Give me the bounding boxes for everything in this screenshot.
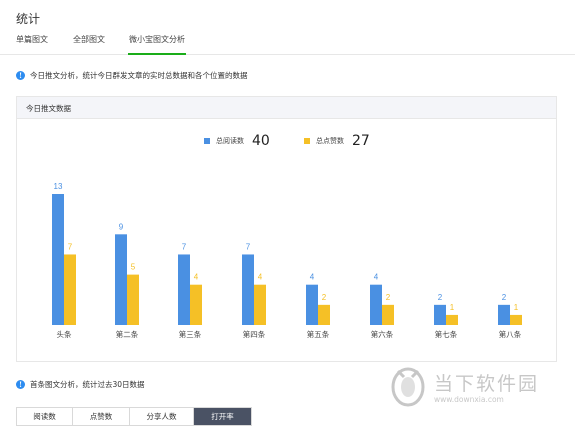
x-tick-label-headline: 头条 (57, 329, 72, 339)
x-tick-label-second: 第二条 (116, 329, 139, 339)
reads-value-label-seventh: 2 (438, 293, 443, 302)
likes-bar-sixth (382, 304, 394, 325)
likes-value-label-fifth: 2 (322, 293, 327, 302)
reads-button[interactable]: 阅读数 (17, 408, 73, 425)
likes-value-label-second: 5 (131, 263, 136, 272)
reads-bar-third (178, 254, 190, 325)
reads-bar-fourth (242, 254, 254, 325)
first-article-note: ! 首条图文分析，统计过去30日数据 (16, 377, 145, 391)
likes-button[interactable]: 点赞数 (73, 408, 130, 425)
likes-value-label-seventh: 1 (450, 303, 455, 312)
likes-bar-seventh (446, 314, 458, 325)
reads-value-label-fifth: 4 (310, 273, 315, 282)
x-tick-label-sixth: 第六条 (371, 329, 394, 339)
likes-value-label-eighth: 1 (514, 303, 519, 312)
reads-value-label-third: 7 (182, 242, 187, 251)
x-tick-label-fifth: 第五条 (307, 329, 330, 339)
likes-value-label-fourth: 4 (258, 273, 263, 282)
reads-value-label-eighth: 2 (502, 293, 507, 302)
likes-bar-eighth (510, 314, 522, 325)
reads-bar-fifth (306, 284, 318, 325)
x-tick-label-third: 第三条 (179, 329, 202, 339)
open-rate-button[interactable]: 打开率 (194, 408, 251, 425)
watermark-name: 当下软件园 (434, 373, 540, 395)
reads-bar-sixth (370, 284, 382, 325)
reads-value-label-fourth: 7 (246, 242, 251, 251)
likes-bar-fourth (254, 284, 266, 325)
likes-value-label-headline: 7 (68, 242, 73, 251)
watermark-logo-icon (391, 367, 425, 407)
likes-bar-third (190, 284, 202, 325)
info-icon: ! (16, 379, 25, 389)
first-article-text: 首条图文分析，统计过去30日数据 (30, 379, 145, 389)
reads-bar-eighth (498, 304, 510, 325)
metric-button-group: 阅读数 点赞数 分享人数 打开率 (16, 407, 252, 426)
likes-value-label-third: 4 (194, 273, 199, 282)
likes-bar-second (127, 274, 139, 325)
likes-bar-fifth (318, 304, 330, 325)
x-tick-label-fourth: 第四条 (243, 329, 266, 339)
x-tick-label-eighth: 第八条 (499, 329, 522, 339)
reads-value-label-headline: 13 (54, 182, 63, 191)
likes-bar-headline (64, 254, 76, 325)
reads-bar-headline (52, 194, 64, 325)
reads-bar-second (115, 234, 127, 325)
shares-button[interactable]: 分享人数 (130, 408, 194, 425)
reads-value-label-second: 9 (119, 222, 124, 231)
reads-value-label-sixth: 4 (374, 273, 379, 282)
reads-bar-seventh (434, 304, 446, 325)
watermark: 当下软件园 www.downxia.com (390, 363, 565, 413)
likes-value-label-sixth: 2 (386, 293, 391, 302)
watermark-url: www.downxia.com (434, 395, 504, 404)
x-tick-label-seventh: 第七条 (435, 329, 458, 339)
